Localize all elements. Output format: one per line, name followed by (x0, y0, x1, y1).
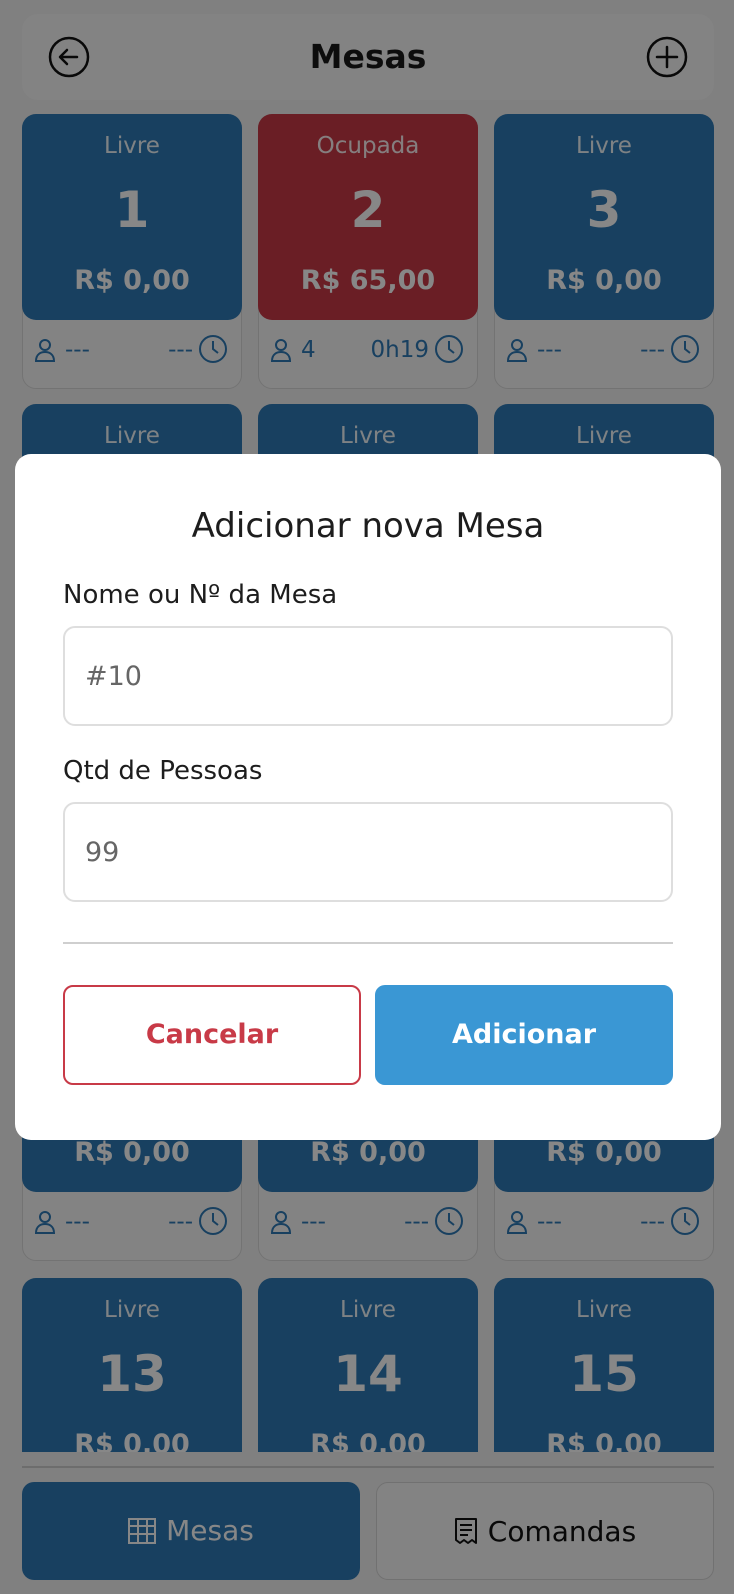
modal-title: Adicionar nova Mesa (191, 506, 545, 546)
table-name-input[interactable] (63, 626, 673, 726)
add-table-modal: Adicionar nova Mesa Nome ou Nº da Mesa Q… (15, 454, 721, 1140)
people-qty-label: Qtd de Pessoas (63, 756, 263, 786)
cancel-button[interactable]: Cancelar (63, 985, 361, 1085)
modal-divider (63, 942, 673, 944)
table-name-label: Nome ou Nº da Mesa (63, 580, 338, 610)
people-qty-input[interactable] (63, 802, 673, 902)
add-button[interactable]: Adicionar (375, 985, 673, 1085)
